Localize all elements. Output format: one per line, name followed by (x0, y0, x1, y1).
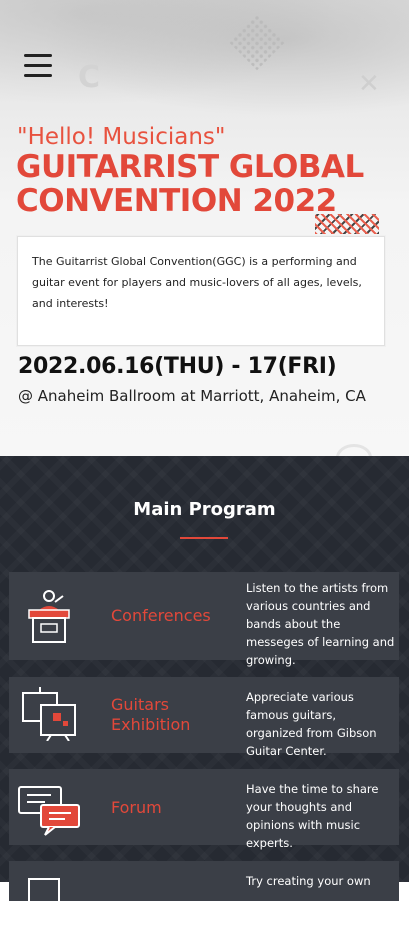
description-box: The Guitarrist Global Convention(GGC) is… (17, 236, 385, 346)
podium-icon (28, 590, 70, 643)
program-card-guitars-exhibition[interactable]: Guitars Exhibition Appreciate various fa… (9, 677, 399, 758)
section-title: Main Program (133, 499, 276, 520)
hero-background-photo (0, 0, 409, 130)
program-description: Try creating your own (246, 874, 371, 888)
program-card-workshop[interactable]: Try creating your own (9, 861, 399, 910)
program-label: Conferences (111, 606, 211, 625)
title-underline (180, 537, 228, 539)
program-card-conferences[interactable]: Conferences Listen to the artists from v… (9, 572, 399, 667)
program-label: Forum (111, 798, 162, 817)
decorative-circle (336, 444, 372, 456)
event-venue: @ Anaheim Ballroom at Marriott, Anaheim,… (18, 387, 366, 405)
main-program-section: Main Program Conferences Listen to the a… (0, 456, 409, 910)
page-title: GUITARRIST GLOBAL CONVENTION 2022 (16, 149, 364, 219)
program-description: Appreciate various famous guitars, organ… (246, 690, 377, 758)
event-dates: 2022.06.16(THU) - 17(FRI) (18, 354, 337, 379)
decorative-red-pattern (315, 214, 379, 234)
program-description: Listen to the artists from various count… (246, 581, 395, 667)
hero-section: C ✕ "Hello! Musicians" GUITARRIST GLOBAL… (0, 0, 409, 456)
hero-tagline: "Hello! Musicians" (17, 124, 226, 150)
program-card-forum[interactable]: Forum Have the time to share your though… (9, 769, 399, 850)
description-text: The Guitarrist Global Convention(GGC) is… (32, 255, 362, 310)
hamburger-menu-icon[interactable] (24, 54, 52, 78)
easel-icon (22, 687, 76, 741)
program-icon (28, 878, 60, 910)
program-label: Guitars Exhibition (111, 695, 191, 734)
chat-bubbles-icon (18, 786, 80, 836)
close-icon[interactable]: ✕ (358, 71, 380, 97)
program-description: Have the time to share your thoughts and… (246, 782, 379, 850)
faded-logo-icon: C (78, 60, 101, 95)
